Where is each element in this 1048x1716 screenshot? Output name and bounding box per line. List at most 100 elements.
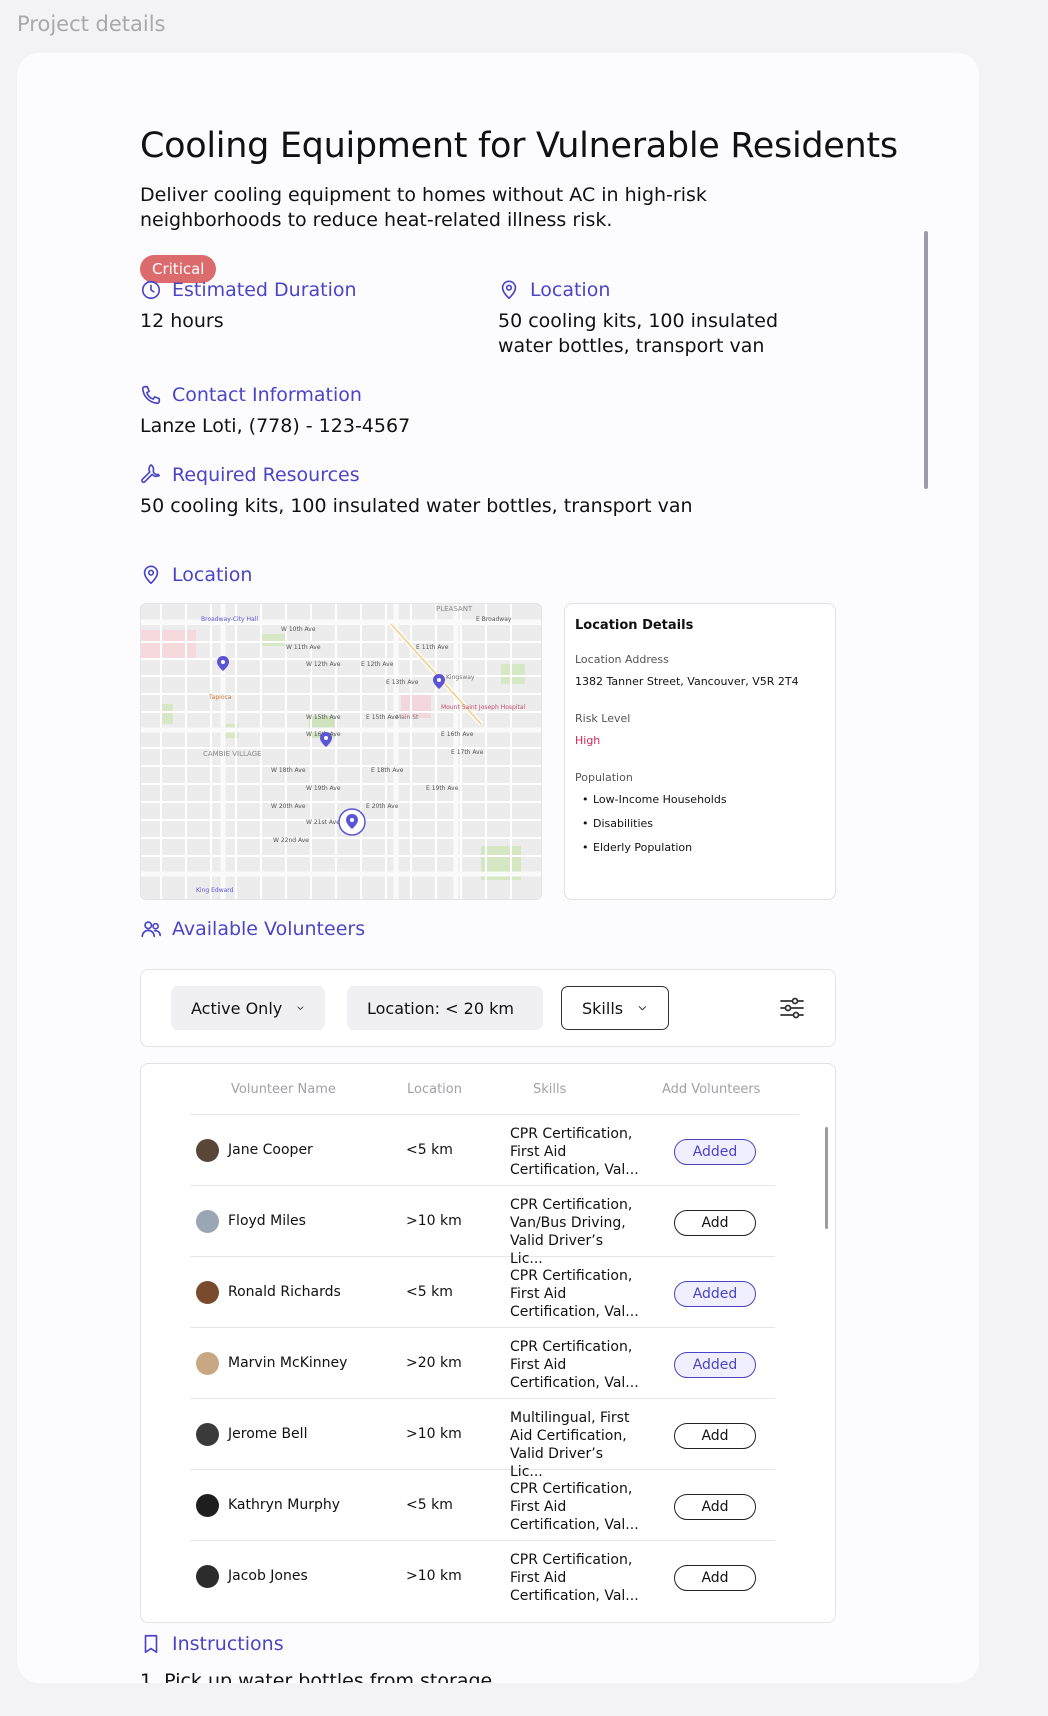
add-button[interactable]: Add [674,1423,756,1449]
resources-heading: Required Resources [140,464,360,486]
card-scrollbar[interactable] [924,231,928,489]
skills-filter[interactable]: Skills [561,986,669,1030]
map-label: E 17th Ave [451,749,484,756]
volunteer-filter-bar: Active Only Location: < 20 km Skills [140,969,836,1047]
column-header: Add Volunteers [662,1082,761,1097]
map-heading: Location [140,564,252,586]
population-item: Elderly Population [575,841,825,854]
map-label: E 15th Ave [366,714,399,721]
location-filter-label: Location: < 20 km [367,998,514,1018]
map-heading-label: Location [172,564,253,586]
added-button[interactable]: Added [674,1352,756,1378]
table-row: Floyd Miles >10 km CPR Certification, Va… [190,1186,775,1267]
map-label: E 19th Ave [426,785,459,792]
table-row: Marvin McKinney >20 km CPR Certification… [190,1328,775,1399]
active-only-filter[interactable]: Active Only [171,986,325,1030]
location-filter[interactable]: Location: < 20 km [347,986,543,1030]
risk-label: Risk Level [575,712,631,725]
project-details-card: Cooling Equipment for Vulnerable Residen… [17,53,979,1683]
map-label: W 20th Ave [271,803,306,810]
map-label: W 10th Ave [281,626,316,633]
table-row: Kathryn Murphy <5 km CPR Certification, … [190,1470,775,1541]
users-icon [141,921,161,938]
project-description: Deliver cooling equipment to homes witho… [140,184,707,231]
avatar [196,1139,219,1162]
volunteer-location: >10 km [406,1213,462,1229]
added-button[interactable]: Added [674,1281,756,1307]
volunteer-name: Jerome Bell [228,1426,308,1442]
duration-heading: Estimated Duration [140,279,357,301]
map-label: W 22nd Ave [273,837,309,844]
added-button[interactable]: Added [674,1139,756,1165]
map-graphic: PLEASANT E Broadway Broadway-City Hall W… [141,604,541,899]
volunteer-name: Floyd Miles [228,1213,306,1229]
resources-value: 50 cooling kits, 100 insulated water bot… [140,495,693,517]
volunteer-name: Ronald Richards [228,1284,341,1300]
map-label: W 15th Ave [306,714,341,721]
avatar [196,1352,219,1375]
address-label: Location Address [575,653,669,666]
chevron-down-icon [638,1006,647,1011]
contact-heading-label: Contact Information [172,384,362,406]
column-header: Volunteer Name [231,1082,336,1097]
skills-filter-label: Skills [582,998,624,1018]
map-label: E 18th Ave [371,767,404,774]
map-label: E 13th Ave [386,679,419,686]
volunteer-skills: CPR Certification, First Aid Certificati… [510,1126,639,1178]
table-row: Jane Cooper <5 km CPR Certification, Fir… [190,1115,775,1186]
table-scrollbar[interactable] [825,1127,828,1229]
risk-value: High [575,734,601,747]
map-label: W 19th Ave [306,785,341,792]
map-label: PLEASANT [436,605,473,613]
avatar [196,1565,219,1588]
volunteers-table: Volunteer Name Location Skills Add Volun… [140,1063,836,1623]
add-button[interactable]: Add [674,1565,756,1591]
volunteer-skills: CPR Certification, First Aid Certificati… [510,1268,639,1320]
volunteer-skills: CPR Certification, First Aid Certificati… [510,1339,639,1391]
volunteer-name: Kathryn Murphy [228,1497,340,1513]
map-label: E 11th Ave [416,644,449,651]
project-title: Cooling Equipment for Vulnerable Residen… [140,126,898,166]
location-value: 50 cooling kits, 100 insulated water bot… [498,310,779,357]
duration-value: 12 hours [140,310,224,332]
population-label: Population [575,771,633,784]
map-label: King Edward [196,887,234,894]
address-value: 1382 Tanner Street, Vancouver, V5R 2T4 [575,675,799,688]
instructions-heading: Instructions [140,1633,284,1655]
sliders-icon[interactable] [779,996,805,1020]
map-label: Kingsway [446,674,475,681]
volunteers-heading: Available Volunteers [140,918,365,940]
clock-icon [141,280,161,300]
location-details-title: Location Details [575,618,694,633]
volunteer-name: Marvin McKinney [228,1355,348,1371]
volunteer-skills: CPR Certification, First Aid Certificati… [510,1481,639,1533]
avatar [196,1423,219,1446]
bookmark-icon [144,1634,158,1654]
chevron-down-icon [297,1006,304,1010]
table-row: Jacob Jones >10 km CPR Certification, Fi… [190,1541,775,1612]
volunteer-skills: CPR Certification, First Aid Certificati… [510,1552,639,1604]
avatar [196,1210,219,1233]
population-list: Low-Income Households Disabilities Elder… [575,793,825,854]
volunteer-location: <5 km [406,1142,453,1158]
volunteer-location: >10 km [406,1568,462,1584]
volunteers-heading-label: Available Volunteers [172,918,366,940]
map-label: W 21st Ave [306,819,340,826]
volunteer-name: Jacob Jones [228,1568,308,1584]
population-item: Disabilities [575,817,825,830]
avatar [196,1281,219,1304]
map-label: W 18th Ave [271,767,306,774]
map-label: W 12th Ave [306,661,341,668]
add-button[interactable]: Add [674,1210,756,1236]
map-label: E 20th Ave [366,803,399,810]
phone-icon [141,385,161,405]
add-button[interactable]: Add [674,1494,756,1520]
map-label: CAMBIE VILLAGE [203,750,262,758]
resources-heading-label: Required Resources [172,464,360,486]
volunteer-location: >10 km [406,1426,462,1442]
population-item: Low-Income Households [575,793,825,806]
map-label: Tapioca [208,694,232,701]
location-map[interactable]: PLEASANT E Broadway Broadway-City Hall W… [140,603,542,900]
active-only-label: Active Only [191,998,283,1018]
location-heading: Location [498,279,610,301]
